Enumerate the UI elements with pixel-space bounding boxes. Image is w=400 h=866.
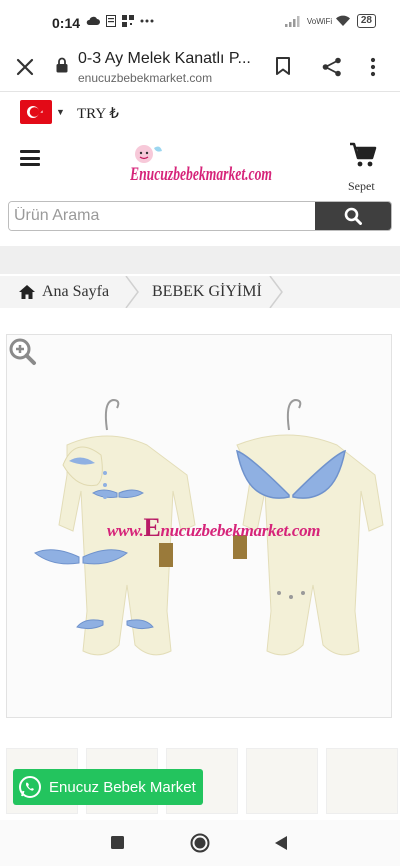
- currency-selector[interactable]: ▼ TRY ₺: [0, 92, 400, 132]
- breadcrumb: Ana Sayfa BEBEK GİYİMİ: [0, 276, 400, 308]
- home-icon: [19, 284, 35, 299]
- home-button-icon[interactable]: [190, 833, 210, 853]
- file-icon: [106, 15, 116, 27]
- site-logo-text: Enucuzbebekmarket.com: [130, 164, 272, 185]
- breadcrumb-home[interactable]: Ana Sayfa: [18, 276, 134, 307]
- turkey-flag-icon[interactable]: [20, 100, 52, 124]
- thumbnail[interactable]: [246, 748, 318, 814]
- status-time: 0:14: [52, 15, 81, 31]
- whatsapp-button[interactable]: Enucuz Bebek Market: [13, 769, 203, 805]
- browser-toolbar: 0-3 Ay Melek Kanatlı P... enucuzbebekmar…: [0, 44, 400, 92]
- status-notification-icons: [86, 15, 154, 27]
- chevron-down-icon[interactable]: ▼: [56, 107, 65, 117]
- breadcrumb-category[interactable]: BEBEK GİYİMİ: [140, 276, 280, 307]
- more-notifications-icon: [140, 19, 154, 23]
- breadcrumb-home-label: Ana Sayfa: [42, 282, 110, 300]
- status-bar: 0:14 VoWiFi 28: [0, 0, 400, 44]
- battery-level: 28: [356, 14, 376, 28]
- system-nav-bar: [0, 820, 400, 866]
- recent-apps-icon[interactable]: [111, 836, 124, 849]
- breadcrumb-separator: [125, 276, 139, 308]
- wifi-icon: [335, 15, 350, 26]
- site-logo[interactable]: Enucuzbebekmarket.com: [130, 140, 272, 190]
- share-icon[interactable]: [321, 56, 343, 78]
- search-icon: [344, 207, 362, 225]
- back-icon[interactable]: [274, 835, 288, 851]
- search-bar: [8, 201, 392, 231]
- search-button[interactable]: [315, 202, 391, 230]
- close-icon[interactable]: [14, 56, 36, 78]
- cart-label[interactable]: Sepet: [348, 179, 375, 194]
- thumbnail[interactable]: [326, 748, 398, 814]
- signal-icon: [284, 16, 300, 27]
- cart-icon[interactable]: [349, 142, 377, 168]
- whatsapp-label: Enucuz Bebek Market: [49, 778, 196, 796]
- menu-icon[interactable]: [20, 150, 40, 166]
- qr-icon: [122, 15, 134, 27]
- more-options-icon[interactable]: [370, 56, 376, 78]
- vowifi-label: VoWiFi: [306, 16, 333, 26]
- breadcrumb-band: [0, 246, 400, 274]
- whatsapp-icon: [19, 776, 41, 798]
- breadcrumb-separator: [269, 276, 283, 308]
- product-watermark: www.Enucuzbebekmarket.com: [107, 513, 321, 542]
- bookmark-icon[interactable]: [274, 56, 292, 76]
- search-input[interactable]: [9, 202, 317, 230]
- lock-icon: [56, 57, 68, 73]
- cloud-icon: [86, 16, 100, 25]
- page-url[interactable]: enucuzbebekmarket.com: [78, 71, 212, 85]
- breadcrumb-category-label: BEBEK GİYİMİ: [152, 282, 262, 300]
- page-title: 0-3 Ay Melek Kanatlı P...: [78, 50, 251, 67]
- currency-code[interactable]: TRY ₺: [77, 104, 119, 123]
- status-system-icons: VoWiFi 28: [284, 14, 376, 28]
- site-header: Enucuzbebekmarket.com Sepet: [0, 136, 400, 196]
- product-image[interactable]: www.Enucuzbebekmarket.com: [6, 334, 392, 718]
